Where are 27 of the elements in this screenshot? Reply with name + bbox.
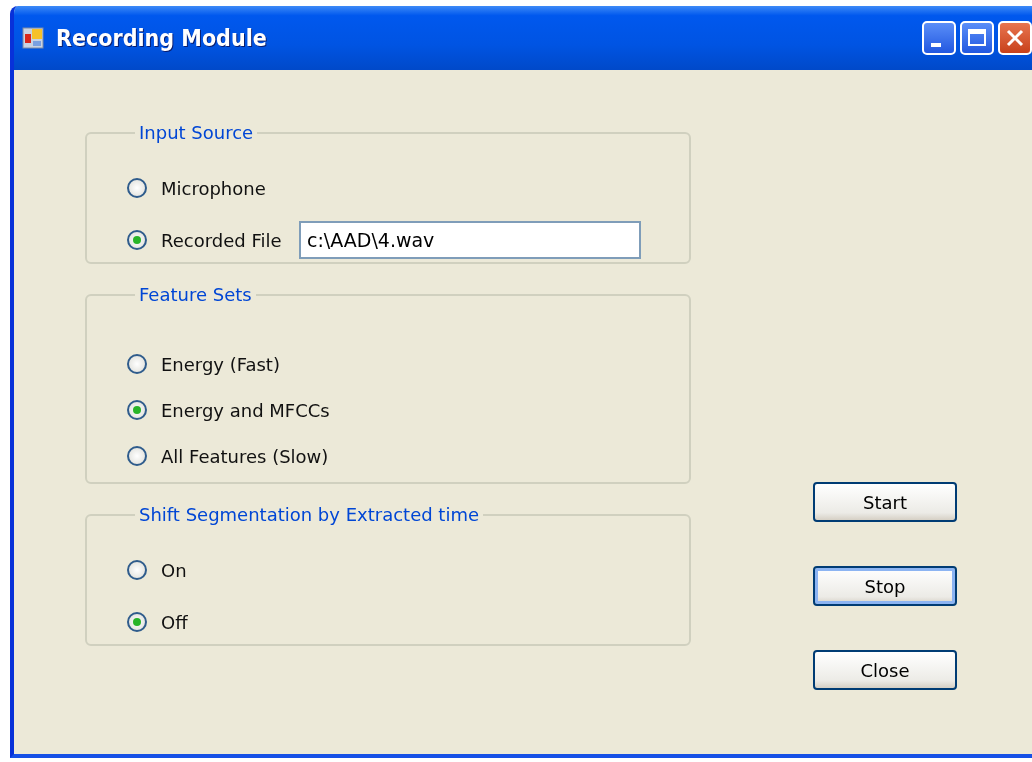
radio-button[interactable] (127, 446, 147, 466)
app-icon (22, 27, 44, 49)
window-title: Recording Module (56, 25, 267, 51)
group-title: Shift Segmentation by Extracted time (138, 504, 481, 525)
option-label: Recorded File (161, 229, 283, 251)
option-label: All Features (Slow) (161, 445, 329, 467)
radio-button[interactable] (127, 178, 147, 198)
group-title: Input Source (138, 122, 255, 143)
minimize-button[interactable] (922, 21, 956, 55)
close-button[interactable] (998, 21, 1032, 55)
action-button[interactable]: Stop (813, 566, 957, 606)
radio-button[interactable] (127, 230, 147, 250)
option-label: Energy and MFCCs (161, 399, 330, 421)
action-button[interactable]: Close (813, 650, 957, 690)
action-button[interactable]: Start (813, 482, 957, 522)
group-title: Feature Sets (138, 284, 253, 305)
option-label: Off (161, 611, 189, 633)
option-label: Energy (Fast) (161, 353, 281, 375)
option-label: On (161, 559, 188, 581)
radio-button[interactable] (127, 354, 147, 374)
file-path-field[interactable]: c:\AAD\4.wav (299, 221, 641, 259)
option-label: Microphone (161, 177, 267, 199)
radio-button[interactable] (127, 612, 147, 632)
maximize-button[interactable] (960, 21, 994, 55)
radio-button[interactable] (127, 560, 147, 580)
radio-button[interactable] (127, 400, 147, 420)
minimize-icon (931, 43, 941, 47)
